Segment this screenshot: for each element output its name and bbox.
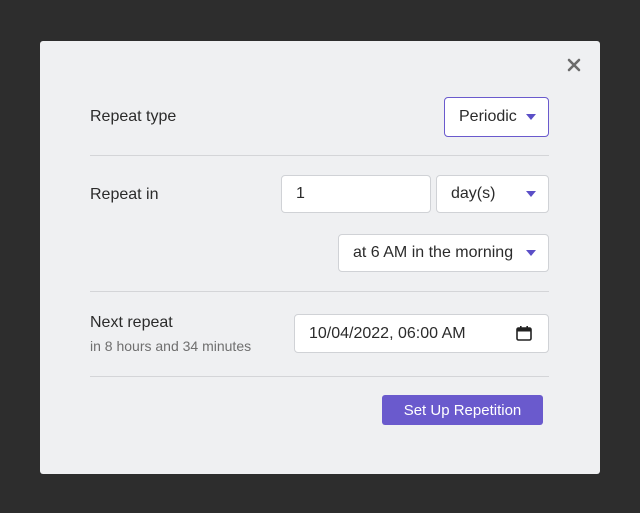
repeat-type-select[interactable]: Periodic <box>444 97 549 137</box>
repeat-type-label: Repeat type <box>90 108 177 125</box>
repeat-type-value: Periodic <box>459 108 517 125</box>
chevron-down-icon <box>526 114 536 120</box>
set-up-repetition-button[interactable]: Set Up Repetition <box>382 395 543 425</box>
chevron-down-icon <box>526 191 536 197</box>
next-repeat-datetime-input[interactable]: 10/04/2022, 06:00 AM <box>294 314 549 353</box>
next-repeat-datetime-value: 10/04/2022, 06:00 AM <box>309 324 466 342</box>
divider <box>90 376 549 377</box>
divider <box>90 155 549 156</box>
time-of-day-select[interactable]: at 6 AM in the morning <box>338 234 549 272</box>
repeat-amount-value: 1 <box>296 185 305 202</box>
repetition-dialog: Repeat type Periodic Repeat in 1 day(s) … <box>40 41 600 474</box>
next-repeat-label: Next repeat <box>90 314 173 331</box>
close-button[interactable] <box>563 54 585 76</box>
close-icon <box>567 58 581 72</box>
repeat-unit-select[interactable]: day(s) <box>436 175 549 213</box>
repeat-unit-value: day(s) <box>451 185 496 202</box>
calendar-icon[interactable] <box>516 325 532 341</box>
next-repeat-relative: in 8 hours and 34 minutes <box>90 338 252 354</box>
repeat-in-label: Repeat in <box>90 186 159 203</box>
divider <box>90 291 549 292</box>
repeat-amount-input[interactable]: 1 <box>281 175 431 213</box>
chevron-down-icon <box>526 250 536 256</box>
time-of-day-value: at 6 AM in the morning <box>353 244 514 261</box>
